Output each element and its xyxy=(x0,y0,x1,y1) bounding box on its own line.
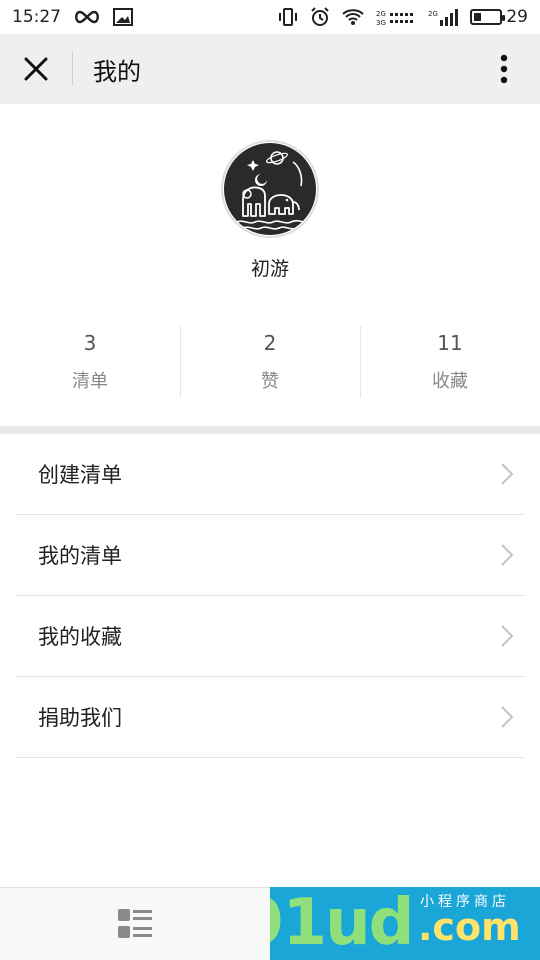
section-divider xyxy=(0,426,540,434)
stat-label: 赞 xyxy=(261,371,279,392)
battery-level: 29 xyxy=(506,7,528,27)
battery-indicator: 29 xyxy=(470,7,528,27)
chevron-right-icon xyxy=(500,543,524,567)
username: 初游 xyxy=(250,258,289,280)
chevron-right-icon xyxy=(500,705,524,729)
status-bar: 15:27 2G 3G 2G 29 xyxy=(0,0,540,34)
stat-lists[interactable]: 3 清单 xyxy=(0,322,180,402)
menu-item-my-lists[interactable]: 我的清单 xyxy=(16,515,524,596)
signal-2g3g-icon: 2G 3G xyxy=(376,8,416,26)
menu-item-label: 我的清单 xyxy=(38,544,122,568)
status-right: 2G 3G 2G 29 xyxy=(278,7,528,27)
page-title: 我的 xyxy=(93,57,141,86)
chevron-right-icon xyxy=(500,462,524,486)
tab-list[interactable] xyxy=(0,888,270,960)
avatar[interactable] xyxy=(221,140,319,238)
wifi-icon xyxy=(342,8,365,26)
menu-item-create-list[interactable]: 创建清单 xyxy=(16,434,524,515)
alarm-icon xyxy=(310,7,330,27)
menu-item-label: 捐助我们 xyxy=(38,706,122,730)
menu-item-label: 创建清单 xyxy=(38,463,122,487)
profile-section: 初游 3 清单 2 赞 11 收藏 xyxy=(0,104,540,426)
watermark: 91ud 小程序商店 .com xyxy=(270,887,540,960)
battery-fill xyxy=(474,13,482,21)
stat-value: 3 xyxy=(83,331,97,355)
svg-text:3G: 3G xyxy=(376,19,386,26)
signal-bars-icon: 2G xyxy=(428,8,459,26)
vibrate-icon xyxy=(278,8,298,26)
watermark-domain: .com xyxy=(418,905,521,949)
status-left: 15:27 xyxy=(12,7,133,27)
status-time: 15:27 xyxy=(12,7,61,27)
svg-text:2G: 2G xyxy=(428,10,438,18)
stat-value: 2 xyxy=(263,331,277,355)
avatar-elephant-icon xyxy=(224,143,316,235)
list-icon xyxy=(118,909,152,938)
image-notification-icon xyxy=(113,8,133,26)
menu-list: 创建清单 我的清单 我的收藏 捐助我们 xyxy=(16,434,524,758)
menu-item-label: 我的收藏 xyxy=(38,625,122,649)
stats-row: 3 清单 2 赞 11 收藏 xyxy=(0,322,540,402)
menu-item-donate[interactable]: 捐助我们 xyxy=(16,677,524,758)
close-icon xyxy=(24,57,48,81)
close-button[interactable] xyxy=(0,34,72,104)
nav-divider xyxy=(72,52,73,86)
stat-value: 11 xyxy=(437,331,463,355)
more-vertical-icon xyxy=(500,54,508,84)
stat-favorites[interactable]: 11 收藏 xyxy=(360,322,540,402)
chevron-right-icon xyxy=(500,624,524,648)
battery-icon xyxy=(470,9,506,25)
stat-likes[interactable]: 2 赞 xyxy=(180,322,360,402)
infinity-icon xyxy=(73,10,101,24)
stat-label: 收藏 xyxy=(432,371,468,392)
stat-label: 清单 xyxy=(72,371,108,392)
watermark-brand: 91ud xyxy=(270,887,414,960)
nav-bar: 我的 xyxy=(0,34,540,104)
menu-item-my-favorites[interactable]: 我的收藏 xyxy=(16,596,524,677)
svg-text:2G: 2G xyxy=(376,10,386,18)
more-button[interactable] xyxy=(468,34,540,104)
